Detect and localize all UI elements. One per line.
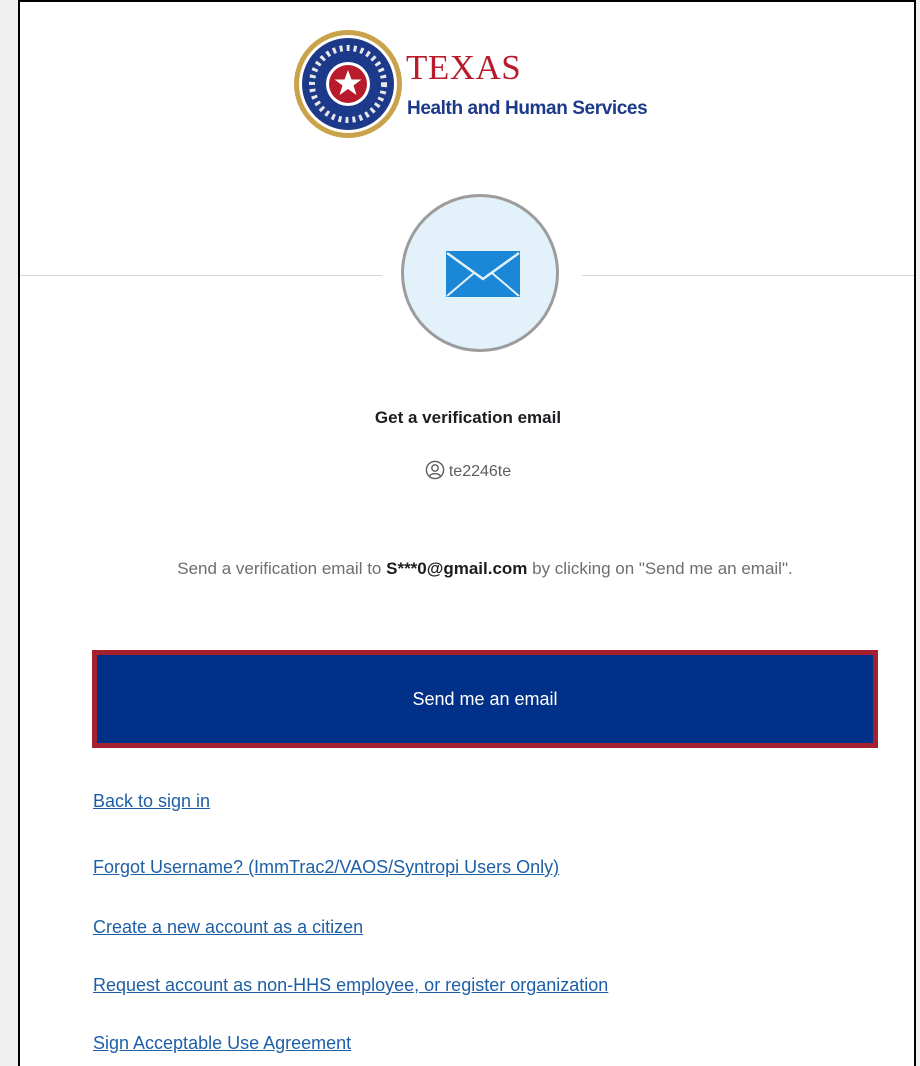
verification-card: TEXAS Health and Human Services Get a ve… — [18, 0, 916, 1066]
texas-seal-icon — [294, 30, 402, 138]
username-text: te2246te — [448, 463, 512, 480]
instruction-suffix: by clicking on "Send me an email". — [527, 559, 793, 578]
masked-email: S***0@gmail.com — [386, 559, 528, 578]
send-email-button[interactable]: Send me an email — [92, 650, 878, 748]
logo-title: TEXAS — [406, 48, 522, 87]
request-account-link[interactable]: Request account as non-HHS employee, or … — [93, 975, 608, 996]
mail-badge — [401, 194, 559, 352]
username-display: te2246te — [20, 460, 914, 481]
instruction-prefix: Send a verification email to — [177, 559, 387, 578]
user-circle-icon — [425, 460, 445, 480]
instruction-text: Send a verification email to S***0@gmail… — [90, 553, 880, 584]
logo-subtitle: Health and Human Services — [407, 98, 648, 119]
create-account-link[interactable]: Create a new account as a citizen — [93, 917, 363, 938]
divider-right — [582, 275, 914, 276]
divider-left — [20, 275, 382, 276]
page-title: Get a verification email — [374, 408, 562, 427]
envelope-icon — [446, 251, 520, 297]
forgot-username-link[interactable]: Forgot Username? (ImmTrac2/VAOS/Syntropi… — [93, 857, 559, 878]
acceptable-use-link[interactable]: Sign Acceptable Use Agreement — [93, 1033, 351, 1054]
back-to-sign-in-link[interactable]: Back to sign in — [93, 791, 210, 812]
texas-hhs-logo: TEXAS Health and Human Services — [292, 10, 692, 142]
